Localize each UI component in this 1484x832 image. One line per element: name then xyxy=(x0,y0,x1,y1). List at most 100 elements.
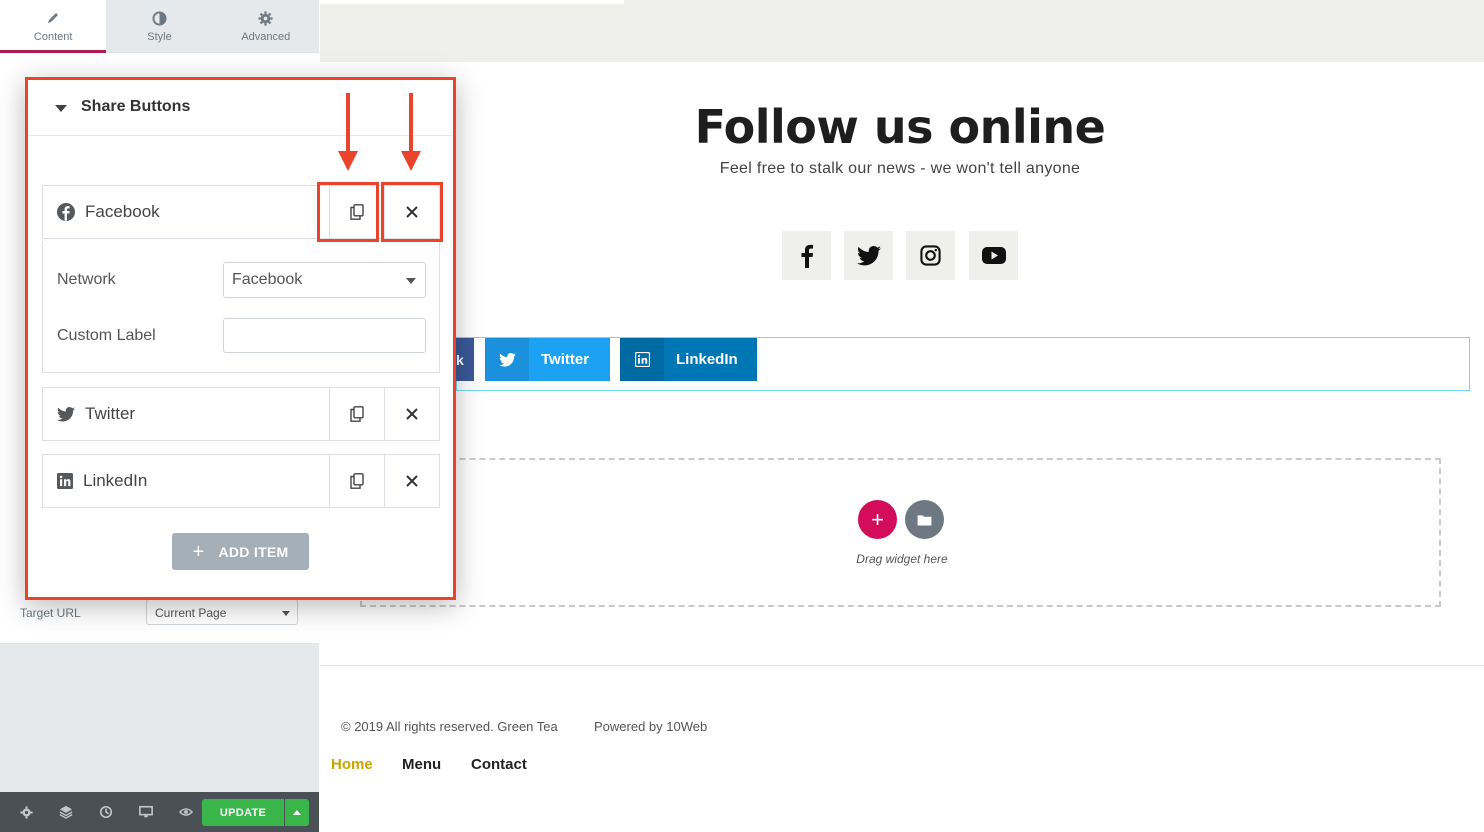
footer-nav-home[interactable]: Home xyxy=(331,756,373,773)
item-label: Facebook xyxy=(85,202,160,221)
caret-up-icon xyxy=(293,810,301,815)
network-select[interactable]: Facebook xyxy=(223,262,426,298)
social-twitter-button[interactable] xyxy=(844,231,893,280)
network-value: Facebook xyxy=(232,271,303,288)
caret-down-icon xyxy=(55,105,67,112)
tab-label: Content xyxy=(33,31,73,43)
copy-icon xyxy=(350,473,364,489)
copyright-text: © 2019 All rights reserved. Green Tea xyxy=(341,719,558,734)
target-url-value: Current Page xyxy=(155,606,227,620)
navigator-button[interactable] xyxy=(46,792,86,832)
share-linkedin-label: LinkedIn xyxy=(676,351,738,368)
history-icon xyxy=(99,805,113,819)
remove-highlight-box xyxy=(381,182,443,242)
duplicate-highlight-box xyxy=(317,182,379,242)
share-buttons-widget[interactable]: k Twitter LinkedIn xyxy=(454,337,1470,391)
folder-icon xyxy=(917,514,932,526)
add-item-label: ADD ITEM xyxy=(218,543,289,560)
pencil-icon xyxy=(46,9,60,27)
arrow-shaft xyxy=(409,93,413,153)
footer-divider xyxy=(320,665,1484,666)
arrow-down-icon xyxy=(401,151,421,171)
drag-widget-hint: Drag widget here xyxy=(856,552,948,566)
duplicate-button[interactable] xyxy=(329,455,384,507)
linkedin-icon xyxy=(620,338,664,381)
close-icon xyxy=(406,475,418,487)
share-facebook-button[interactable]: k xyxy=(454,338,474,381)
tab-label: Advanced xyxy=(241,31,291,43)
responsive-button[interactable] xyxy=(126,792,166,832)
section-header[interactable]: Share Buttons xyxy=(28,80,453,136)
custom-label-input[interactable] xyxy=(223,318,426,353)
page-title: Follow us online xyxy=(694,100,1106,154)
item-label: LinkedIn xyxy=(83,471,148,490)
gear-icon xyxy=(258,9,273,27)
settings-button[interactable] xyxy=(6,792,46,832)
add-section-button[interactable]: + xyxy=(858,500,897,539)
add-item-button[interactable]: + ADD ITEM xyxy=(172,533,309,570)
tab-content[interactable]: Content xyxy=(0,0,107,53)
history-button[interactable] xyxy=(86,792,126,832)
repeater-item-fields: Network Facebook Custom Label xyxy=(42,241,440,373)
item-title: Twitter xyxy=(57,404,135,424)
item-label: Twitter xyxy=(85,404,136,423)
facebook-fragment: k xyxy=(456,351,464,368)
custom-label-label: Custom Label xyxy=(57,327,156,344)
remove-button[interactable] xyxy=(384,455,439,507)
share-buttons-section: Share Buttons Facebook Network Facebook … xyxy=(25,77,456,600)
item-title: Facebook xyxy=(57,202,160,222)
social-facebook-button[interactable] xyxy=(782,231,831,280)
editor-footer: UPDATE xyxy=(0,792,319,832)
plus-icon: + xyxy=(192,540,205,563)
item-title: LinkedIn xyxy=(57,471,147,491)
target-url-select[interactable]: Current Page xyxy=(146,599,298,625)
close-icon xyxy=(406,408,418,420)
arrow-shaft xyxy=(346,93,350,153)
repeater-item-twitter[interactable]: Twitter xyxy=(42,387,440,441)
share-linkedin-button[interactable]: LinkedIn xyxy=(620,338,757,381)
preview-header-strip xyxy=(320,0,1484,62)
gear-icon xyxy=(19,805,33,819)
section-title: Share Buttons xyxy=(81,98,191,115)
instagram-icon xyxy=(920,245,941,266)
arrow-down-icon xyxy=(338,151,358,171)
powered-by-link[interactable]: Powered by 10Web xyxy=(594,719,707,734)
preview-button[interactable] xyxy=(166,792,206,832)
drop-zone[interactable]: + Drag widget here xyxy=(360,458,1441,607)
facebook-icon xyxy=(57,203,75,221)
desktop-icon xyxy=(139,805,153,818)
copy-icon xyxy=(350,406,364,422)
half-circle-icon xyxy=(152,9,167,27)
facebook-icon xyxy=(801,244,813,268)
social-instagram-button[interactable] xyxy=(906,231,955,280)
tab-style[interactable]: Style xyxy=(106,0,213,52)
page-subtitle: Feel free to stalk our news - we won't t… xyxy=(719,160,1081,177)
target-url-label: Target URL xyxy=(20,606,81,620)
caret-down-icon xyxy=(282,611,290,616)
header-bar xyxy=(320,0,624,4)
target-url-row: Target URL Current Page xyxy=(0,598,319,628)
footer-nav-contact[interactable]: Contact xyxy=(471,756,527,773)
remove-button[interactable] xyxy=(384,388,439,440)
twitter-icon xyxy=(856,245,881,265)
linkedin-icon xyxy=(57,473,73,489)
tab-advanced[interactable]: Advanced xyxy=(212,0,319,52)
share-twitter-button[interactable]: Twitter xyxy=(485,338,610,381)
add-template-button[interactable] xyxy=(905,500,944,539)
social-youtube-button[interactable] xyxy=(969,231,1018,280)
share-twitter-label: Twitter xyxy=(541,351,590,368)
editor-tabs: Content Style Advanced xyxy=(0,0,319,53)
youtube-icon xyxy=(981,247,1006,264)
tab-label: Style xyxy=(147,31,172,43)
update-button[interactable]: UPDATE xyxy=(202,799,284,826)
network-label: Network xyxy=(57,271,116,288)
plus-icon: + xyxy=(871,506,884,532)
twitter-icon xyxy=(485,338,529,381)
update-options-button[interactable] xyxy=(285,799,309,826)
caret-down-icon xyxy=(406,278,416,284)
duplicate-button[interactable] xyxy=(329,388,384,440)
footer-nav-menu[interactable]: Menu xyxy=(402,756,441,773)
eye-icon xyxy=(179,808,193,816)
repeater-item-linkedin[interactable]: LinkedIn xyxy=(42,454,440,508)
twitter-icon xyxy=(57,406,75,422)
